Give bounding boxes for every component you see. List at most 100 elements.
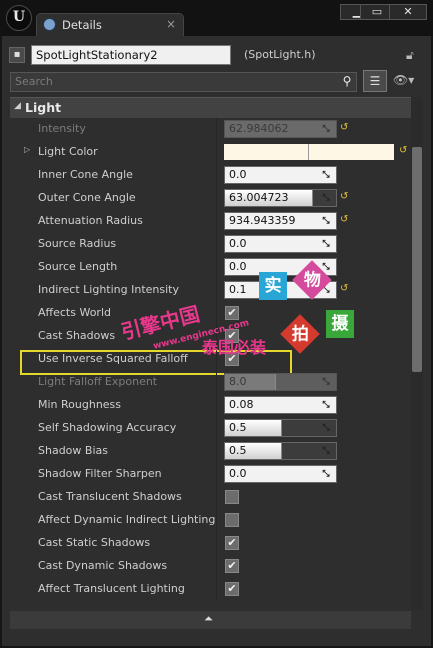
property-label: Cast Static Shadows [38, 536, 151, 549]
property-row: Shadow Bias 0.5 ⤡ [10, 440, 411, 463]
column-divider[interactable] [216, 210, 217, 233]
watermark-tile: 实 [259, 272, 287, 300]
property-row: Inner Cone Angle 0.0 ⤡ [10, 164, 411, 187]
column-divider[interactable] [216, 233, 217, 256]
column-divider[interactable] [216, 578, 217, 601]
search-icon[interactable]: ⚲ [338, 73, 356, 91]
tab-close-icon[interactable]: × [166, 17, 176, 31]
property-row: ▷ Light Color ↺ [10, 141, 411, 164]
property-checkbox[interactable]: ✔ [225, 559, 239, 573]
reset-to-default-icon[interactable]: ↺ [399, 145, 407, 156]
column-divider[interactable] [216, 417, 217, 440]
property-checkbox[interactable]: ✔ [225, 582, 239, 596]
column-divider[interactable] [216, 141, 217, 164]
property-value: 62.984062 [229, 122, 289, 135]
property-matrix-button[interactable]: ☰ [363, 70, 387, 92]
section-title: Light [25, 100, 62, 115]
column-divider[interactable] [216, 486, 217, 509]
drag-spin-icon[interactable]: ⤡ [321, 170, 331, 180]
reset-to-default-icon[interactable]: ↺ [340, 283, 348, 294]
drag-spin-icon[interactable]: ⤡ [321, 423, 331, 433]
column-divider[interactable] [216, 187, 217, 210]
property-row: Shadow Filter Sharpen 0.0 ⤡ [10, 463, 411, 486]
column-divider[interactable] [216, 532, 217, 555]
drag-spin-icon[interactable]: ⤡ [321, 400, 331, 410]
close-window-button[interactable]: ✕ [389, 4, 427, 20]
property-label: Source Radius [38, 237, 117, 250]
property-label: Cast Dynamic Shadows [38, 559, 168, 572]
drag-spin-icon[interactable]: ⤡ [321, 216, 331, 226]
eye-visibility-icon[interactable]: 👁︎▾ [393, 73, 414, 87]
column-divider[interactable] [216, 463, 217, 486]
watermark-tile: 摄 [326, 310, 354, 338]
color-swatch[interactable] [224, 144, 394, 160]
expand-arrow-icon[interactable]: ▷ [24, 145, 30, 154]
column-divider[interactable] [216, 164, 217, 187]
column-divider[interactable] [216, 256, 217, 279]
property-checkbox[interactable]: ✔ [225, 306, 239, 320]
column-divider[interactable] [216, 440, 217, 463]
drag-spin-icon[interactable]: ⤡ [321, 239, 331, 249]
property-value: 0.0 [229, 467, 247, 480]
property-row: Source Length 0.0 ⤡ [10, 256, 411, 279]
property-label: Use Inverse Squared Falloff [38, 352, 188, 365]
property-label: Light Falloff Exponent [38, 375, 158, 388]
property-label: Attenuation Radius [38, 214, 143, 227]
scrollbar[interactable] [411, 97, 423, 610]
property-label: Affect Dynamic Indirect Lighting [38, 513, 216, 526]
column-divider[interactable] [216, 279, 217, 302]
actor-class-icon: ▪ [9, 47, 25, 63]
column-divider[interactable] [216, 302, 217, 325]
drag-spin-icon[interactable]: ⤡ [321, 124, 331, 134]
column-divider[interactable] [216, 555, 217, 578]
property-row: Light Falloff Exponent 8.0 ⤡ [10, 371, 411, 394]
drag-spin-icon[interactable]: ⤡ [321, 193, 331, 203]
reset-to-default-icon[interactable]: ↺ [340, 191, 348, 202]
lock-icon[interactable]: 🔓︎ [406, 48, 414, 63]
tab-details[interactable]: Details × [36, 13, 184, 36]
property-label: Indirect Lighting Intensity [38, 283, 179, 296]
search-input[interactable]: Search [10, 72, 357, 92]
property-row: Affect Translucent Lighting ✔ [10, 578, 411, 601]
scrollbar-thumb[interactable] [412, 147, 422, 372]
property-label: Intensity [38, 122, 86, 135]
property-checkbox[interactable]: ✔ [225, 490, 239, 504]
class-source-link[interactable]: (SpotLight.h) [244, 48, 316, 61]
property-label: Light Color [38, 145, 98, 158]
property-row: Cast Dynamic Shadows ✔ [10, 555, 411, 578]
property-checkbox[interactable]: ✔ [225, 513, 239, 527]
drag-spin-icon[interactable]: ⤡ [321, 469, 331, 479]
unreal-logo-icon: U [6, 5, 32, 31]
advanced-expander[interactable]: ⏶ [10, 611, 411, 629]
watermark-tagline: 泰国必装 [202, 338, 267, 357]
property-label: Affect Translucent Lighting [38, 582, 185, 595]
property-row: Cast Translucent Shadows ✔ [10, 486, 411, 509]
swatch-divider [308, 144, 309, 160]
column-divider[interactable] [216, 371, 217, 394]
property-value: 0.08 [229, 398, 254, 411]
watermark-tile-text: 拍 [291, 324, 309, 344]
property-value: 0.0 [229, 260, 247, 273]
column-divider[interactable] [216, 118, 217, 141]
title-bar: U Details × ▁ ▭ ✕ [0, 0, 433, 36]
section-light-header[interactable]: ◢ Light [10, 97, 411, 118]
property-label: Cast Shadows [38, 329, 116, 342]
property-label: Source Length [38, 260, 118, 273]
property-checkbox[interactable]: ✔ [225, 536, 239, 550]
drag-spin-icon[interactable]: ⤡ [321, 446, 331, 456]
expand-advanced-icon[interactable]: ⏶ [204, 612, 213, 626]
property-label: Inner Cone Angle [38, 168, 133, 181]
property-row: Intensity 62.984062 ⤡ ↺ [10, 118, 411, 141]
property-row: Self Shadowing Accuracy 0.5 ⤡ [10, 417, 411, 440]
property-value: 0.1 [229, 283, 247, 296]
reset-to-default-icon[interactable]: ↺ [340, 122, 348, 133]
actor-name-field[interactable]: SpotLightStationary2 [31, 45, 231, 65]
property-label: Cast Translucent Shadows [38, 490, 182, 503]
watermark-tile-text: 物 [303, 270, 321, 290]
column-divider[interactable] [216, 394, 217, 417]
drag-spin-icon[interactable]: ⤡ [321, 377, 331, 387]
property-value: 8.0 [229, 375, 247, 388]
column-divider[interactable] [216, 509, 217, 532]
reset-to-default-icon[interactable]: ↺ [340, 214, 348, 225]
property-label: Min Roughness [38, 398, 122, 411]
